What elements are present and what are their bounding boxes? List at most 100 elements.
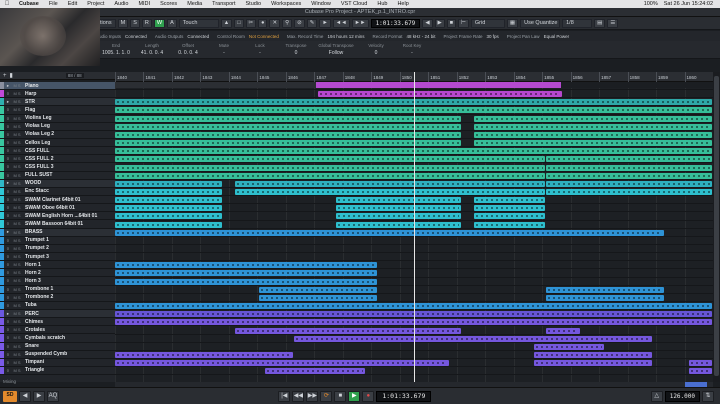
midi-part[interactable] [234,188,545,195]
track-type-icon[interactable]: ○ [4,278,12,283]
tempo-display[interactable]: 126.000 [664,390,700,402]
info-field-value[interactable]: 0 [360,50,392,56]
track-type-icon[interactable]: ○ [4,327,12,332]
midi-part[interactable] [336,205,461,212]
mute-solo-buttons[interactable]: M S [12,368,22,373]
midi-part[interactable] [473,221,545,228]
track-row[interactable]: ○ M S Suspended Cymb [0,350,115,359]
folder-expand-icon[interactable]: ▸ [4,83,12,89]
track-row[interactable]: ○ M S Cellos Leg [0,138,115,148]
track-row[interactable]: ○ M S SWAM Bassoon 64bit 01 [0,220,115,229]
track-name[interactable]: Violas Leg 2 [22,131,115,137]
mute-solo-buttons[interactable]: M S [12,189,22,194]
tool-range-icon[interactable]: □ [234,18,244,28]
info-field[interactable]: Length 41. 0. 0. 4 [132,41,168,58]
midi-part[interactable] [115,270,378,277]
midi-part[interactable] [473,123,712,130]
track-type-icon[interactable]: ○ [4,352,12,357]
folder-expand-icon[interactable]: ▸ [4,229,12,235]
midi-part[interactable] [115,360,449,367]
quantize-source-dropdown[interactable]: Use Quantize [520,18,561,28]
next-marker-icon[interactable]: ▶ [33,390,45,402]
mute-solo-buttons[interactable]: M S [12,140,22,145]
midi-part[interactable] [115,131,461,138]
track-type-icon[interactable]: ○ [4,368,12,373]
tool-mute-icon[interactable]: ⊘ [294,18,305,28]
mute-toggle[interactable]: M [117,18,129,28]
midi-part[interactable] [336,221,461,228]
tempo-track-icon[interactable]: ⇅ [702,390,714,402]
midi-part[interactable] [258,286,378,293]
midi-part[interactable] [533,343,605,350]
track-type-icon[interactable]: ○ [4,164,12,169]
midi-part[interactable] [115,188,222,195]
track-name[interactable]: Snare [22,343,115,349]
track-type-icon[interactable]: ○ [4,91,12,96]
midi-part[interactable] [115,262,378,269]
menu-edit[interactable]: Edit [63,1,82,7]
mute-solo-buttons[interactable]: M S [12,83,22,88]
midi-part[interactable] [258,294,378,301]
track-type-icon[interactable]: ○ [4,205,12,210]
add-track-icon[interactable]: + [3,73,7,79]
prev-marker-icon[interactable]: ◀ [19,390,31,402]
track-row[interactable]: ▸ M S Piano [0,82,115,91]
tool-split-icon[interactable]: ✂ [245,18,257,28]
track-name[interactable]: Horn 3 [22,278,115,284]
menu-midi[interactable]: MIDI [133,1,155,7]
mute-solo-buttons[interactable]: M S [12,287,22,292]
menu-workspaces[interactable]: Workspaces [266,1,306,7]
mute-solo-buttons[interactable]: M S [12,124,22,129]
track-type-icon[interactable]: ○ [4,238,12,243]
menu-file[interactable]: File [44,1,63,7]
tool-arrow-icon[interactable]: ▲ [220,18,233,28]
track-type-icon[interactable]: ○ [4,116,12,121]
folder-expand-icon[interactable]: ▸ [4,99,12,105]
info-field[interactable]: Velocity 0 [356,41,392,58]
read-toggle[interactable]: R [141,18,152,28]
track-type-icon[interactable]: ○ [4,335,12,340]
menu-project[interactable]: Project [82,1,109,7]
mute-solo-buttons[interactable]: M S [12,319,22,324]
track-name[interactable]: Tuba [22,302,115,308]
track-name[interactable]: Triangle [22,367,115,373]
track-type-icon[interactable]: ○ [4,221,12,226]
track-row[interactable]: ○ M S SWAM Oboe 64bit 01 [0,204,115,213]
track-name[interactable]: PERC [22,311,115,317]
mute-solo-buttons[interactable]: M S [12,344,22,349]
midi-part[interactable] [545,188,712,195]
track-row[interactable]: ○ M S Flag [0,106,115,115]
track-row[interactable]: ○ M S CSS FULL 3 [0,163,115,172]
color-icon[interactable]: ■ [446,18,457,28]
info-field-value[interactable]: 41. 0. 0. 4 [136,50,168,56]
track-name[interactable]: Chimes [22,319,115,325]
mute-solo-buttons[interactable]: M S [12,295,22,300]
midi-part[interactable] [545,294,665,301]
midi-part[interactable] [689,368,712,375]
fast-forward-icon[interactable]: ▶▶ [306,390,319,402]
info-field-value[interactable]: 0 [280,50,312,56]
track-type-icon[interactable]: ○ [4,213,12,218]
midi-part[interactable] [545,180,712,187]
menu-scores[interactable]: Scores [155,1,182,7]
track-name[interactable]: CSS FULL 3 [22,164,115,170]
midi-part[interactable] [264,368,366,375]
track-name[interactable]: SWAM English Horn ...64bit 01 [22,213,115,219]
menu-audio[interactable]: Audio [109,1,133,7]
midi-part[interactable] [115,197,222,204]
midi-part[interactable] [234,327,461,334]
track-type-icon[interactable]: ○ [4,344,12,349]
apple-icon[interactable]:  [0,1,14,7]
mute-solo-buttons[interactable]: M S [12,311,22,316]
mute-solo-buttons[interactable]: M S [12,164,22,169]
track-row[interactable]: ○ M S Violas Leg 2 [0,130,115,139]
mute-solo-buttons[interactable]: M S [12,335,22,340]
track-name[interactable]: Trumpet 2 [22,245,115,251]
mute-solo-buttons[interactable]: M S [12,173,22,178]
info-field[interactable]: Transpose 0 [276,41,312,58]
track-name[interactable]: Violins Leg [22,115,115,121]
midi-part[interactable] [689,360,712,367]
track-name[interactable]: STR [22,99,115,105]
menu-transport[interactable]: Transport [207,1,240,7]
track-row[interactable]: ○ M S Chimes [0,318,115,327]
